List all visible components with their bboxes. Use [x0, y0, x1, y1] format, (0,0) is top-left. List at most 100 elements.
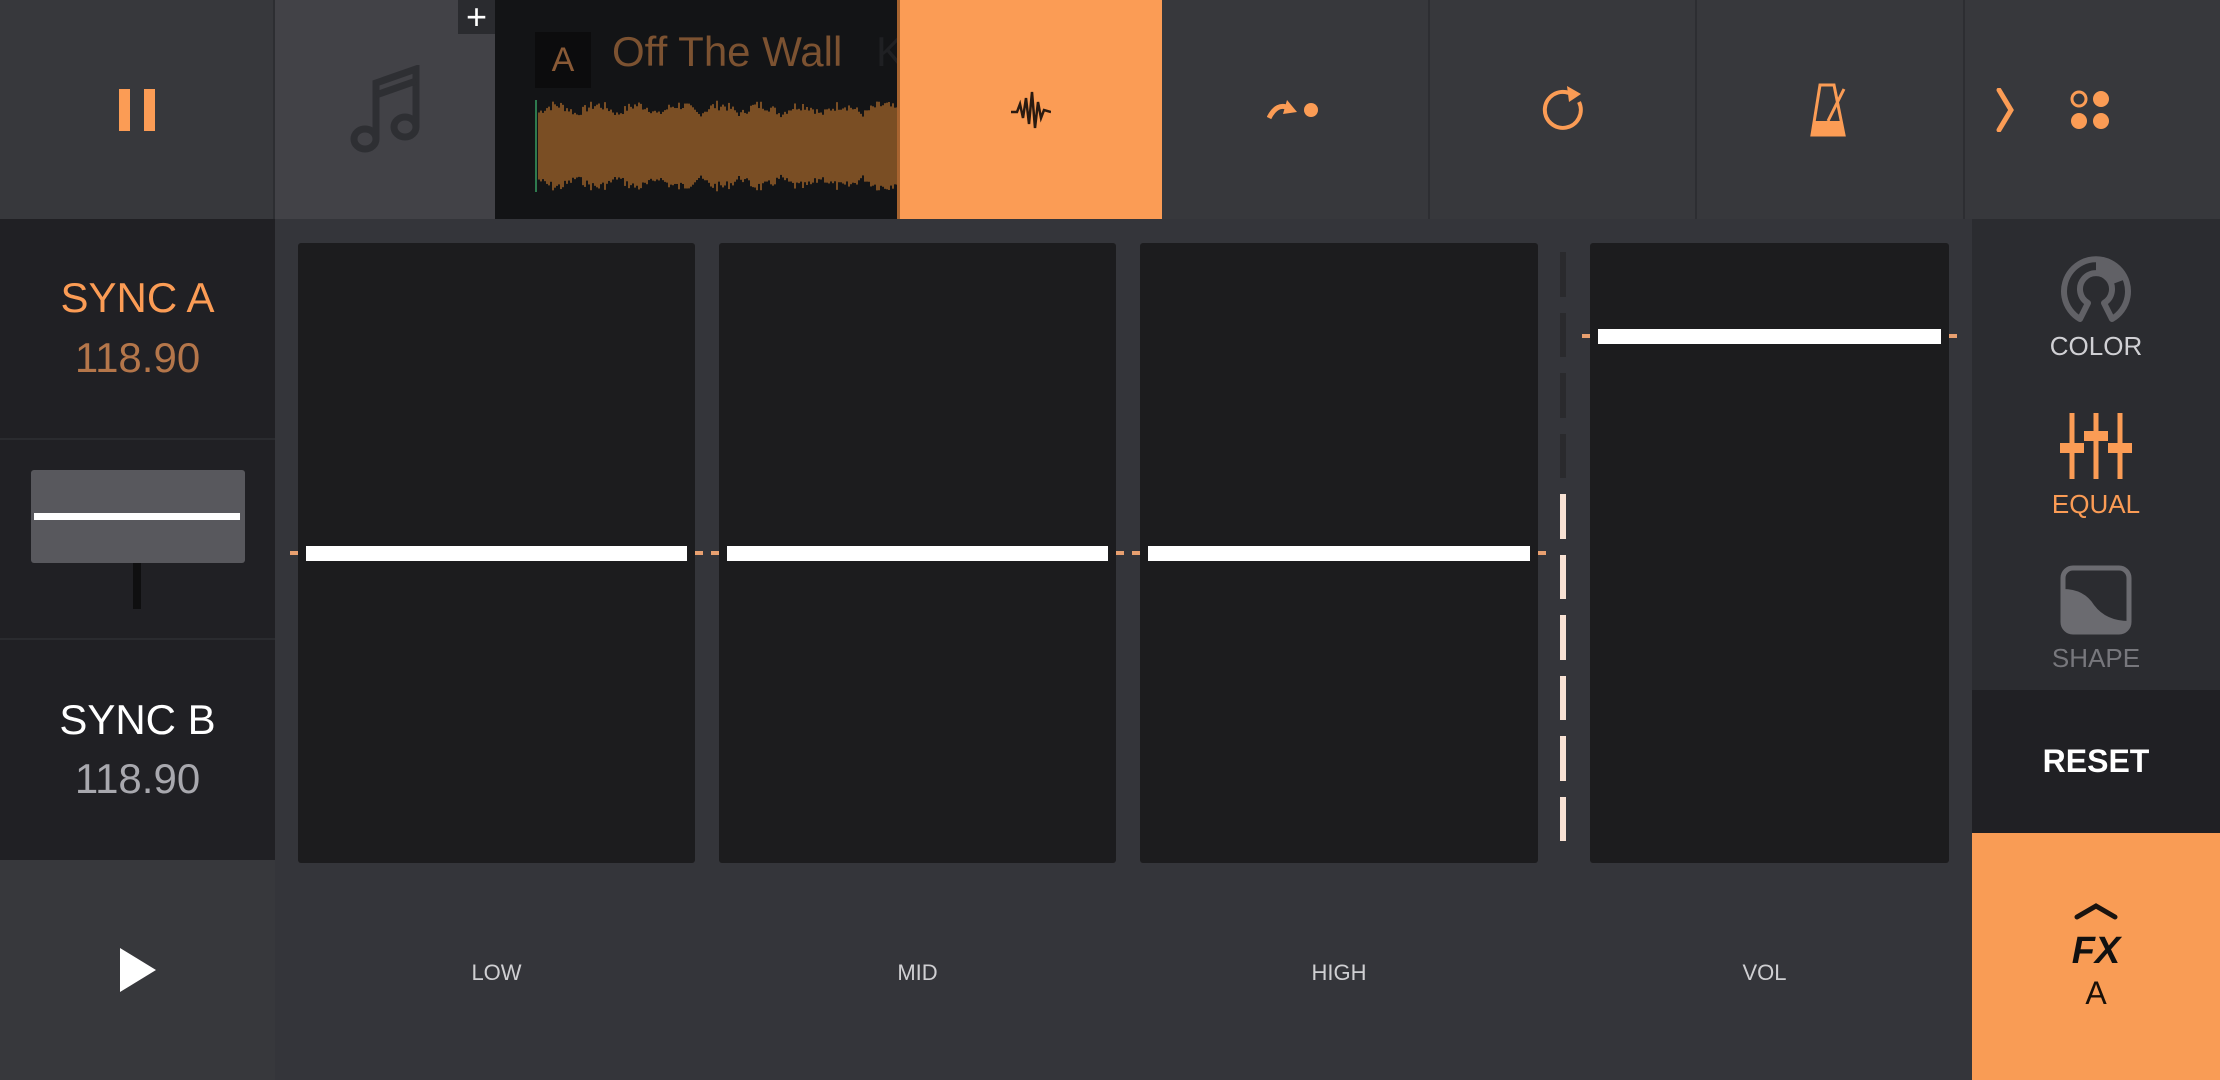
- waveform-bar: [558, 107, 560, 185]
- vol-fader[interactable]: [1582, 243, 1957, 863]
- waveform-bar: [708, 109, 710, 183]
- vu-segment: [1560, 675, 1566, 720]
- waveform-bar: [596, 104, 598, 188]
- waveform-bar: [660, 113, 662, 179]
- mode-color-button[interactable]: COLOR: [1972, 232, 2220, 382]
- music-note-icon: [350, 64, 420, 152]
- waveform-bar: [812, 109, 814, 183]
- waveform-bar: [688, 103, 690, 189]
- waveform-bar: [856, 107, 858, 185]
- track-info[interactable]: A Off The Wall K: [495, 0, 897, 219]
- waveform-bar: [850, 107, 852, 185]
- waveform-bar: [796, 109, 798, 183]
- waveform-bar: [762, 108, 764, 184]
- waveform-bar: [720, 106, 722, 186]
- mode-equal-button[interactable]: EQUAL: [1972, 390, 2220, 540]
- waveform-bar: [868, 110, 870, 182]
- waveform-bar: [872, 106, 874, 186]
- pause-button[interactable]: [0, 0, 275, 219]
- metronome-button[interactable]: [1697, 0, 1965, 219]
- eq-mid-fader[interactable]: [711, 243, 1124, 863]
- waveform-bar: [770, 107, 772, 185]
- waveform-bar: [832, 108, 834, 184]
- deck-badge: A: [535, 32, 591, 88]
- waveform-bar: [784, 111, 786, 181]
- crossfader-track: [133, 563, 141, 609]
- waveform-bar: [590, 101, 592, 191]
- waveform-bar: [816, 109, 818, 183]
- waveform-bar: [648, 111, 650, 181]
- sync-b-bpm: 118.90: [74, 755, 201, 803]
- waveform-bar: [666, 109, 668, 183]
- waveform-bar: [738, 116, 740, 176]
- waveform-bar: [772, 106, 774, 186]
- track-waveform[interactable]: [535, 100, 897, 192]
- waveform-bar: [810, 107, 812, 185]
- eq-high-label: HIGH: [1311, 960, 1367, 985]
- waveform-bar: [894, 107, 896, 185]
- waveform-button[interactable]: [897, 0, 1162, 219]
- waveform-bar: [630, 106, 632, 186]
- fx-button[interactable]: FX A: [1972, 833, 2220, 1080]
- eq-high-handle[interactable]: [1148, 545, 1530, 561]
- waveform-bar: [834, 110, 836, 182]
- waveform-bar: [716, 100, 718, 192]
- eq-low-fader[interactable]: [290, 243, 703, 863]
- mode-shape-button[interactable]: SHAPE: [1972, 548, 2220, 690]
- waveform-bar: [758, 108, 760, 184]
- waveform-bar: [594, 106, 596, 186]
- waveform-bar: [604, 102, 606, 190]
- waveform-bar: [818, 112, 820, 180]
- waveform-bar: [858, 111, 860, 181]
- reset-button[interactable]: RESET: [1972, 690, 2220, 833]
- waveform-bar: [728, 102, 730, 190]
- waveform-bar: [694, 109, 696, 183]
- waveform-bar: [672, 106, 674, 186]
- waveform-bar: [794, 103, 796, 189]
- waveform-bar: [678, 102, 680, 190]
- waveform-bar: [848, 105, 850, 187]
- waveform-bar: [572, 114, 574, 178]
- vol-handle[interactable]: [1598, 328, 1941, 344]
- add-track-button[interactable]: +: [458, 0, 495, 35]
- waveform-bar: [878, 101, 880, 191]
- waveform-bar: [600, 107, 602, 185]
- color-knob-icon: [2061, 255, 2131, 322]
- sync-a-button[interactable]: SYNC A 118.90: [0, 219, 275, 440]
- waveform-bar: [800, 110, 802, 182]
- vu-segment: [1560, 796, 1566, 841]
- pads-button[interactable]: [2045, 0, 2135, 219]
- waveform-bar: [846, 110, 848, 182]
- eq-mid-handle[interactable]: [727, 545, 1108, 561]
- vu-segment: [1560, 554, 1566, 599]
- waveform-bar: [866, 110, 868, 182]
- waveform-bar: [786, 113, 788, 179]
- waveform-bar: [608, 111, 610, 181]
- waveform-bar: [806, 107, 808, 185]
- play-button[interactable]: [0, 860, 275, 1080]
- waveform-bar: [582, 106, 584, 186]
- eq-high-fader[interactable]: [1132, 243, 1546, 863]
- waveform-bar: [544, 110, 546, 182]
- waveform-bar: [656, 112, 658, 180]
- waveform-bar: [706, 111, 708, 181]
- vu-segment: [1560, 373, 1566, 418]
- waveform-bar: [746, 113, 748, 179]
- eq-low-handle[interactable]: [306, 545, 687, 561]
- waveform-bar: [538, 112, 540, 180]
- waveform-bar: [620, 113, 622, 179]
- waveform-bar: [852, 109, 854, 183]
- waveform-bar: [584, 105, 586, 187]
- waveform-bar: [860, 113, 862, 179]
- cue-button[interactable]: [1162, 0, 1430, 219]
- waveform-bar: [676, 108, 678, 184]
- sync-b-button[interactable]: SYNC B 118.90: [0, 640, 275, 860]
- waveform-bar: [782, 114, 784, 178]
- more-button[interactable]: [1965, 0, 2045, 219]
- eq-high-tick-right: [1538, 551, 1546, 555]
- loop-button[interactable]: [1430, 0, 1697, 219]
- track-title-text: Off The Wall: [612, 28, 843, 75]
- waveform-bar: [576, 114, 578, 178]
- waveform-bar: [556, 106, 558, 186]
- play-icon: [119, 948, 156, 992]
